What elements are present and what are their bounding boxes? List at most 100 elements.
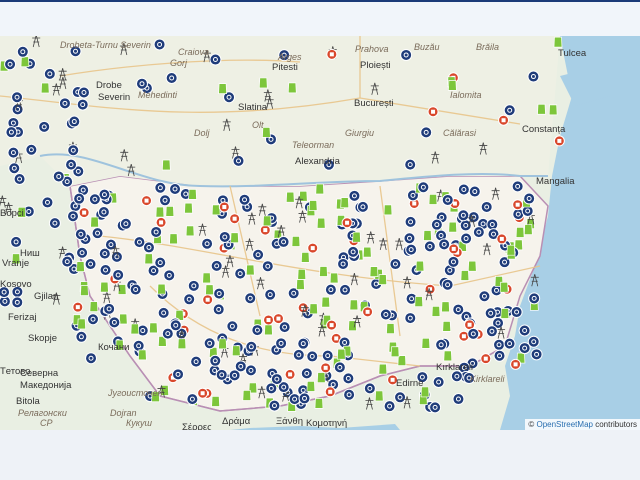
solar-plant-marker[interactable] <box>423 230 432 241</box>
solar-plant-marker[interactable] <box>151 391 160 403</box>
substation-marker[interactable] <box>400 48 413 61</box>
substation-marker[interactable] <box>61 255 74 268</box>
solar-plant-marker[interactable] <box>442 321 452 332</box>
substation-marker[interactable] <box>468 185 481 198</box>
solar-plant-marker[interactable] <box>467 260 477 272</box>
substation-marker[interactable] <box>76 246 89 259</box>
substation-marker[interactable] <box>322 158 335 171</box>
solar-plant-marker[interactable] <box>321 296 331 308</box>
substation-marker[interactable] <box>172 368 185 381</box>
solar-plant-marker[interactable] <box>378 363 388 375</box>
substation-marker[interactable] <box>183 293 196 306</box>
solar-plant-marker[interactable] <box>245 264 255 276</box>
solar-plant-marker[interactable] <box>262 127 271 138</box>
solar-plant-marker[interactable] <box>40 82 50 94</box>
solar-plant-marker[interactable] <box>441 301 450 313</box>
solar-plant-marker[interactable] <box>185 225 195 237</box>
substation-marker[interactable] <box>88 193 101 206</box>
solar-plant-marker[interactable] <box>177 338 187 350</box>
solar-plant-marker[interactable] <box>390 346 400 358</box>
solar-plant-marker[interactable] <box>20 56 30 68</box>
power-plant-marker[interactable] <box>553 135 565 147</box>
power-plant-marker[interactable] <box>326 319 338 331</box>
substation-marker[interactable] <box>157 306 170 319</box>
substation-marker[interactable] <box>457 209 470 222</box>
substation-marker[interactable] <box>154 181 167 194</box>
substation-marker[interactable] <box>430 218 443 231</box>
substation-marker[interactable] <box>169 182 182 195</box>
power-plant-marker[interactable] <box>510 358 522 370</box>
substation-marker[interactable] <box>510 306 523 319</box>
substation-marker[interactable] <box>493 338 506 351</box>
substation-marker[interactable] <box>213 287 226 300</box>
solar-plant-marker[interactable] <box>169 233 178 245</box>
power-plant-marker[interactable] <box>324 386 336 398</box>
substation-marker[interactable] <box>190 355 203 368</box>
substation-marker[interactable] <box>383 400 396 413</box>
substation-marker[interactable] <box>404 158 417 171</box>
pylon-marker[interactable] <box>4 202 13 215</box>
substation-marker[interactable] <box>165 71 178 84</box>
substation-marker[interactable] <box>209 354 222 367</box>
solar-plant-marker[interactable] <box>300 252 310 263</box>
solar-plant-marker[interactable] <box>130 323 140 335</box>
solar-plant-marker[interactable] <box>460 270 470 281</box>
power-plant-marker[interactable] <box>387 374 399 386</box>
substation-marker[interactable] <box>103 302 116 315</box>
power-plant-marker[interactable] <box>320 362 332 374</box>
solar-plant-marker[interactable] <box>76 261 85 272</box>
solar-plant-marker[interactable] <box>149 322 158 334</box>
substation-marker[interactable] <box>503 104 516 117</box>
solar-plant-marker[interactable] <box>415 260 425 272</box>
solar-plant-marker[interactable] <box>115 339 124 351</box>
substation-marker[interactable] <box>129 283 142 296</box>
substation-marker[interactable] <box>485 325 498 338</box>
substation-marker[interactable] <box>379 308 392 321</box>
substation-marker[interactable] <box>16 45 29 58</box>
substation-marker[interactable] <box>133 236 146 249</box>
substation-marker[interactable] <box>73 192 86 205</box>
substation-marker[interactable] <box>150 225 163 238</box>
substation-marker[interactable] <box>441 278 454 291</box>
substation-marker[interactable] <box>13 172 26 185</box>
substation-marker[interactable] <box>348 189 361 202</box>
solar-plant-marker[interactable] <box>383 204 393 216</box>
substation-marker[interactable] <box>212 303 225 316</box>
substation-marker[interactable] <box>67 144 80 157</box>
substation-marker[interactable] <box>245 340 258 353</box>
solar-plant-marker[interactable] <box>297 268 307 280</box>
solar-plant-marker[interactable] <box>202 272 212 284</box>
substation-marker[interactable] <box>404 215 417 228</box>
power-plant-marker[interactable] <box>498 114 510 126</box>
substation-marker[interactable] <box>244 364 257 377</box>
substation-marker[interactable] <box>467 327 480 340</box>
solar-plant-marker[interactable] <box>287 82 297 94</box>
substation-marker[interactable] <box>480 200 493 213</box>
solar-plant-marker[interactable] <box>264 324 273 336</box>
power-plant-marker[interactable] <box>362 306 374 318</box>
pylon-marker[interactable] <box>365 397 374 410</box>
solar-plant-marker[interactable] <box>100 281 109 293</box>
substation-marker[interactable] <box>77 86 90 99</box>
substation-marker[interactable] <box>244 292 257 305</box>
substation-marker[interactable] <box>234 267 247 280</box>
substation-marker[interactable] <box>209 53 222 66</box>
solar-plant-marker[interactable] <box>155 206 165 218</box>
substation-marker[interactable] <box>25 143 38 156</box>
solar-plant-marker[interactable] <box>165 206 175 217</box>
solar-plant-marker[interactable] <box>553 36 563 48</box>
substation-marker[interactable] <box>452 393 465 406</box>
substation-marker[interactable] <box>11 91 24 104</box>
substation-marker[interactable] <box>5 126 18 139</box>
substation-marker[interactable] <box>403 232 416 245</box>
substation-marker[interactable] <box>472 226 485 239</box>
substation-marker[interactable] <box>69 45 82 58</box>
substation-marker[interactable] <box>66 210 79 223</box>
substation-marker[interactable] <box>405 243 418 256</box>
substation-marker[interactable] <box>85 352 98 365</box>
solar-plant-marker[interactable] <box>308 200 318 211</box>
substation-marker[interactable] <box>333 361 346 374</box>
solar-plant-marker[interactable] <box>428 194 438 205</box>
substation-marker[interactable] <box>163 269 176 282</box>
solar-plant-marker[interactable] <box>205 284 214 296</box>
